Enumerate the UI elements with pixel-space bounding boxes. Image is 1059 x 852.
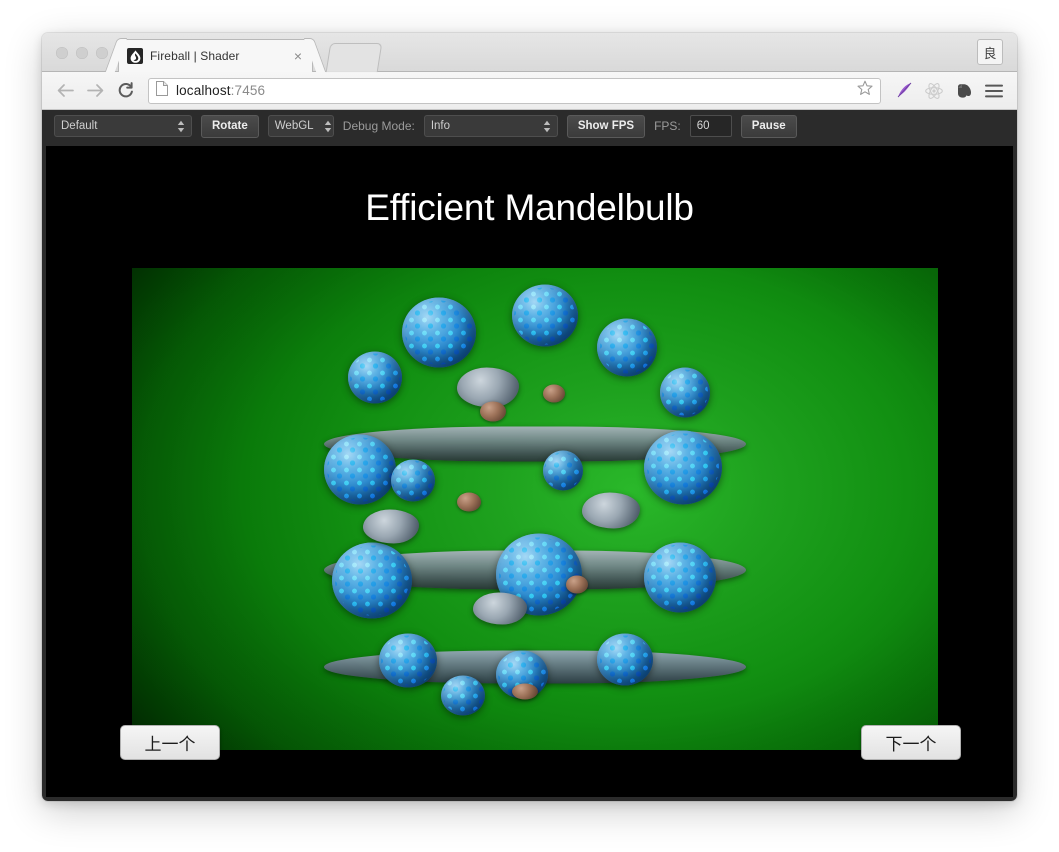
fractal-cluster [347,351,402,404]
fractal-nub [542,384,565,403]
scene-select-value: Default [61,120,98,132]
next-button[interactable]: 下一个 [861,725,961,760]
previous-button[interactable]: 上一个 [120,725,220,760]
chrome-menu-icon[interactable] [981,78,1007,104]
stage-container: Efficient Mandelbulb 上一个 下一个 [42,142,1017,801]
fractal-cluster [597,318,658,377]
minimize-window-button[interactable] [76,47,88,59]
reload-icon[interactable] [112,78,138,104]
address-bar[interactable]: localhost:7456 [148,77,881,104]
fractal-nub [566,575,589,594]
renderer-select[interactable]: WebGL [267,115,334,137]
rotate-button[interactable]: Rotate [201,114,259,138]
mandelbulb-render [324,284,746,717]
browser-tab[interactable]: Fireball | Shader × [118,39,313,72]
new-tab-button[interactable] [325,43,383,72]
traffic-lights [56,47,108,59]
chevron-updown-icon [533,120,551,133]
url-text: localhost:7456 [176,83,265,98]
fractal-gray-lobe [363,509,420,543]
shader-stage: Efficient Mandelbulb 上一个 下一个 [46,146,1013,797]
fps-label: FPS: [654,119,681,133]
back-icon[interactable] [52,78,78,104]
tab-strip: Fireball | Shader × 良 [42,33,1017,72]
fractal-cluster [659,367,710,418]
fractal-cluster [511,284,578,347]
fps-input[interactable]: 60 [689,115,732,137]
page-document-icon [156,80,168,101]
webgl-canvas[interactable] [132,268,938,750]
fractal-cluster [402,297,477,368]
scene-select[interactable]: Default [54,115,192,137]
zoom-window-button[interactable] [96,47,108,59]
fractal-cluster [597,633,654,686]
bookmark-star-icon[interactable] [857,80,873,101]
renderer-select-value: WebGL [274,120,314,132]
quill-extension-icon[interactable] [891,78,917,104]
fireball-droplet-icon [127,48,143,64]
fractal-cluster [542,450,583,491]
close-tab-icon[interactable]: × [292,49,304,63]
fractal-cluster [441,675,486,715]
fractal-gray-lobe [581,492,640,529]
profile-badge[interactable]: 良 [977,39,1003,65]
browser-window: Fireball | Shader × 良 localhost:7456 Def… [42,33,1017,801]
evernote-extension-icon[interactable] [951,78,977,104]
url-port: :7456 [230,83,266,98]
fractal-cluster [332,542,413,619]
debug-mode-select[interactable]: Info [423,115,558,137]
pause-button[interactable]: Pause [740,114,797,138]
fractal-nub [511,683,538,700]
chevron-updown-icon [167,120,185,133]
fractal-nub [480,401,507,422]
fractal-cluster [644,430,723,505]
url-host: localhost [176,83,231,98]
shader-app-toolbar: Default Rotate WebGL Debug Mode: Info Sh… [42,110,1017,142]
fractal-gray-lobe [472,592,527,624]
page-title: Efficient Mandelbulb [365,187,694,228]
debug-mode-value: Info [430,120,451,132]
forward-icon[interactable] [82,78,108,104]
fractal-cluster [390,459,435,502]
page-viewport: Default Rotate WebGL Debug Mode: Info Sh… [42,110,1017,801]
fractal-nub [457,492,481,512]
react-devtools-icon[interactable] [921,78,947,104]
fractal-cluster [324,434,397,505]
navigation-bar: localhost:7456 [42,72,1017,110]
fractal-cluster [379,633,437,688]
fractal-cluster [644,542,717,613]
close-window-button[interactable] [56,47,68,59]
chevron-updown-icon [314,120,332,133]
show-fps-button[interactable]: Show FPS [566,114,646,138]
tab-title: Fireball | Shader [150,49,240,63]
debug-mode-label: Debug Mode: [342,119,415,133]
